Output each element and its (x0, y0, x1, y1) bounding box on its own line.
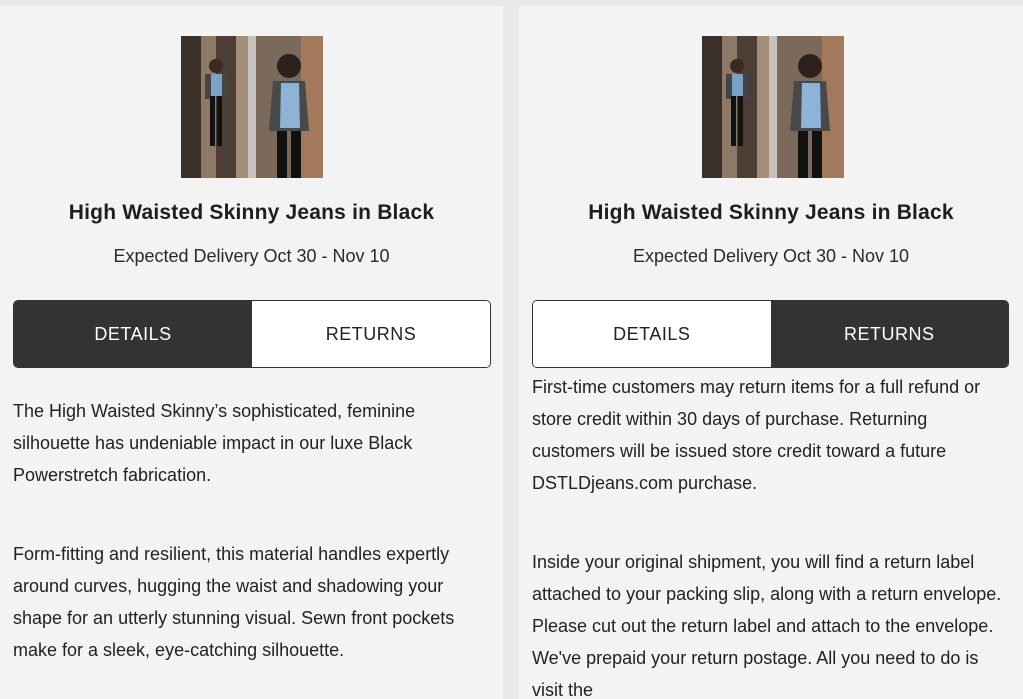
details-paragraph-1: The High Waisted Skinny’s sophisticated,… (13, 395, 491, 491)
expected-delivery: Expected Delivery Oct 30 - Nov 10 (632, 246, 910, 266)
details-paragraph-2: Form-fitting and resilient, this materia… (13, 538, 491, 666)
tab-bar: DETAILS RETURNS (532, 300, 1009, 368)
returns-paragraph-1: First-time customers may return items fo… (532, 371, 1010, 499)
panel-divider (503, 0, 519, 699)
product-photo-icon (181, 36, 323, 178)
tab-details[interactable]: DETAILS (533, 301, 771, 367)
product-image[interactable] (702, 36, 844, 178)
paragraph-text: First-time customers may return items fo… (532, 377, 981, 493)
product-image[interactable] (181, 36, 323, 178)
paragraph-text: Form-fitting and resilient, this materia… (13, 544, 455, 660)
paragraph-text: Inside your original shipment, you will … (532, 552, 1002, 699)
product-title: High Waisted Skinny Jeans in Black (68, 201, 435, 224)
product-panel-details: High Waisted Skinny Jeans in Black Expec… (0, 6, 503, 699)
product-photo-icon (702, 36, 844, 178)
expected-delivery: Expected Delivery Oct 30 - Nov 10 (113, 246, 390, 266)
screens-comparison: High Waisted Skinny Jeans in Black Expec… (0, 0, 1023, 699)
tab-details[interactable]: DETAILS (14, 301, 252, 367)
tab-returns[interactable]: RETURNS (252, 301, 490, 367)
returns-paragraph-2: Inside your original shipment, you will … (532, 546, 1010, 699)
tab-bar: DETAILS RETURNS (13, 300, 491, 368)
product-panel-returns: High Waisted Skinny Jeans in Black Expec… (519, 6, 1023, 699)
tab-returns[interactable]: RETURNS (770, 301, 1008, 367)
product-title: High Waisted Skinny Jeans in Black (588, 201, 954, 224)
paragraph-text: The High Waisted Skinny’s sophisticated,… (13, 401, 416, 485)
